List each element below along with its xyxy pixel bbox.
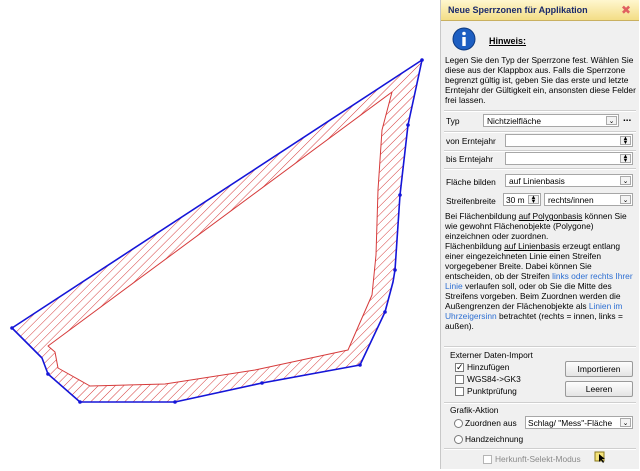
herkunft-label: Herkunft-Selekt-Modus [495,454,581,464]
zuordnen-radio[interactable] [454,419,463,428]
zuordnen-select[interactable]: Schlag/ "Mess"-Fläche ⌄ [525,416,633,429]
punktpruefung-label: Punktprüfung [467,386,517,396]
close-icon[interactable]: ✖ [621,3,631,17]
import-group-title: Externer Daten-Import [450,350,533,360]
sperrzone-dialog: Neue Sperrzonen für Applikation ✖ Hinwei… [440,0,639,469]
leeren-button[interactable]: Leeren [565,381,633,397]
chevron-down-icon: ⌄ [620,195,631,204]
dialog-titlebar: Neue Sperrzonen für Applikation ✖ [441,0,639,21]
cursor-select-icon[interactable] [593,450,607,464]
spinner-icon[interactable]: ▲ ▼ [620,136,631,146]
chevron-down-icon: ⌄ [620,176,631,185]
typ-select[interactable]: Nichtzielfläche ⌄ [483,114,619,127]
zuordnen-value: Schlag/ "Mess"-Fläche [528,418,613,428]
handzeichnung-radio[interactable] [454,435,463,444]
hinzufuegen-label: Hinzufügen [467,362,510,372]
typ-label: Typ [446,116,460,126]
chevron-down-icon: ⌄ [606,116,617,125]
more-button[interactable]: ... [623,113,631,124]
streifenbreite-label: Streifenbreite [446,196,496,206]
spinner-icon[interactable]: ▲ ▼ [620,154,631,164]
punktpruefung-checkbox[interactable] [455,387,464,396]
spinner-icon[interactable]: ▲ ▼ [528,195,539,205]
dialog-title: Neue Sperrzonen für Applikation [448,5,588,15]
handzeichnung-label: Handzeichnung [465,434,524,444]
bis-erntejahr-input[interactable]: ▲ ▼ [505,152,633,165]
hinzufuegen-checkbox[interactable]: ✓ [455,363,464,372]
streifenbreite-input[interactable]: 30 m ▲ ▼ [503,193,541,206]
zuordnen-label: Zuordnen aus [465,418,517,428]
wgs84-label: WGS84->GK3 [467,374,521,384]
importieren-button[interactable]: Importieren [565,361,633,377]
hint-text: Legen Sie den Typ der Sperrzone fest. Wä… [445,55,636,105]
grafik-group-title: Grafik-Aktion [450,405,499,415]
von-erntejahr-label: von Erntejahr [446,136,496,146]
flaeche-value: auf Linienbasis [509,176,565,186]
streifen-side-select[interactable]: rechts/innen ⌄ [544,193,633,206]
zone-inner-area [47,91,393,387]
info-icon [452,27,476,51]
von-erntejahr-input[interactable]: ▲ ▼ [505,134,633,147]
flaeche-select[interactable]: auf Linienbasis ⌄ [505,174,633,187]
streifenbreite-value: 30 m [506,195,525,205]
bis-erntejahr-label: bis Erntejahr [446,154,494,164]
streifen-side-value: rechts/innen [548,195,594,205]
hint-title: Hinweis: [489,36,527,46]
typ-value: Nichtzielfläche [487,116,541,126]
flaeche-label: Fläche bilden [446,177,496,187]
map-canvas[interactable] [0,0,440,471]
herkunft-checkbox[interactable] [483,455,492,464]
chevron-down-icon: ⌄ [620,418,631,427]
description-text: Bei Flächenbildung auf Polygonbasis könn… [445,211,633,331]
wgs84-checkbox[interactable] [455,375,464,384]
